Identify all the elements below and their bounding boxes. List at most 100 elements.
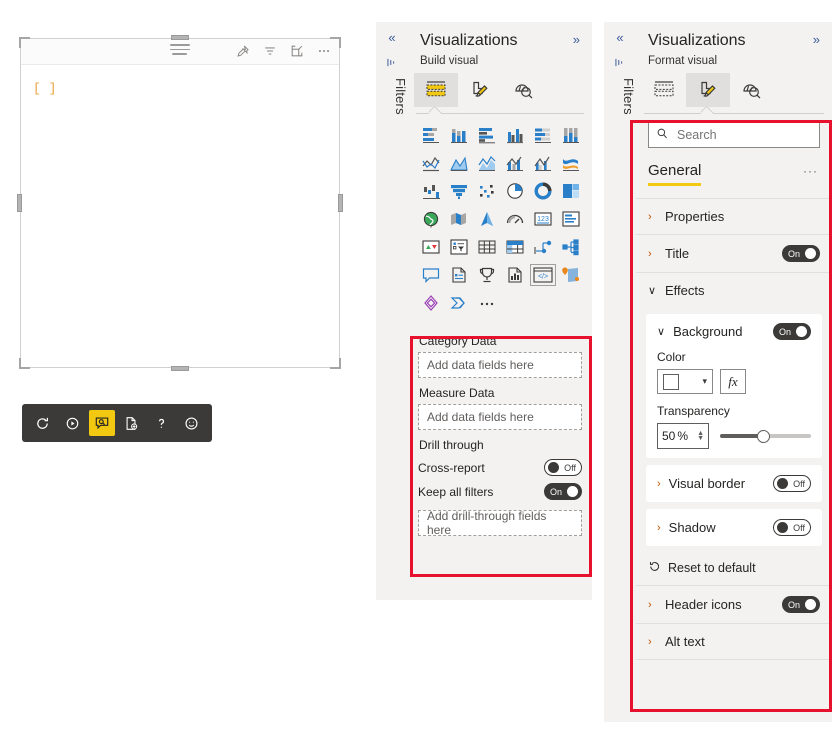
viz-pie-chart[interactable] — [502, 178, 529, 204]
viz-stacked-area-chart[interactable] — [474, 150, 501, 176]
viz-line-and-clustered-column-chart[interactable] — [529, 150, 556, 176]
viz-metrics[interactable] — [502, 262, 529, 288]
color-controls[interactable]: ▾ fx — [657, 369, 811, 394]
viz-multi-row-card[interactable] — [557, 206, 584, 232]
viz-matrix[interactable] — [502, 234, 529, 260]
drill-keep-filters-toggle[interactable]: On — [544, 483, 582, 500]
drill-keep-filters-row[interactable]: Keep all filters On — [418, 483, 582, 500]
transparency-slider[interactable] — [720, 429, 811, 443]
help-button[interactable] — [148, 410, 174, 436]
viz-area-chart[interactable] — [446, 150, 473, 176]
viz-q-and-a[interactable] — [418, 262, 445, 288]
tab-analytics[interactable] — [502, 73, 546, 107]
format-search-wrapper[interactable] — [636, 114, 832, 152]
viz-power-automate-visual[interactable] — [446, 290, 473, 316]
feedback-button[interactable] — [178, 410, 204, 436]
filter-pane-icon[interactable] — [614, 56, 627, 72]
viz-ribbon-chart[interactable] — [557, 150, 584, 176]
card-shadow[interactable]: › Shadow Off — [646, 509, 822, 546]
viz-more-visuals-ellipsis[interactable] — [474, 290, 501, 316]
collapse-chevron-icon[interactable]: « — [616, 30, 623, 45]
visual-border-toggle[interactable]: Off — [773, 475, 811, 492]
viz-filled-map[interactable] — [446, 206, 473, 232]
format-visual-panel[interactable]: » Visualizations Format visual — [636, 22, 832, 722]
visualization-type-grid[interactable]: 123 </> — [408, 114, 592, 322]
tab-build-visual[interactable] — [642, 73, 686, 107]
spinner-arrows-icon[interactable]: ▲▼ — [697, 431, 704, 441]
filter-icon[interactable] — [261, 42, 279, 60]
viz-funnel-chart[interactable] — [446, 178, 473, 204]
title-toggle[interactable]: On — [782, 245, 820, 262]
add-page-button[interactable] — [119, 410, 145, 436]
viz-narrative[interactable] — [474, 262, 501, 288]
viz-100-stacked-column-chart[interactable] — [557, 122, 584, 148]
accordion-properties[interactable]: › Properties — [636, 198, 832, 234]
pin-icon[interactable] — [234, 42, 252, 60]
color-picker-dropdown[interactable]: ▾ — [657, 369, 713, 394]
accordion-header-icons[interactable]: › Header icons On — [636, 585, 832, 623]
viz-slicer[interactable] — [446, 234, 473, 260]
resize-handle-top-left[interactable] — [19, 37, 30, 48]
drill-cross-report-toggle[interactable]: Off — [544, 459, 582, 476]
viz-arcgis-map[interactable] — [557, 262, 584, 288]
build-panel-tabstrip[interactable] — [408, 71, 592, 107]
report-canvas[interactable]: [ ] — [0, 0, 348, 736]
expand-chevron-icon[interactable]: » — [813, 32, 820, 47]
viz-stacked-column-chart[interactable] — [446, 122, 473, 148]
accordion-effects[interactable]: ∨ Effects — [636, 272, 832, 308]
conditional-formatting-fx-button[interactable]: fx — [720, 369, 746, 394]
tab-analytics[interactable] — [730, 73, 774, 107]
accordion-title[interactable]: › Title On — [636, 234, 832, 272]
resize-handle-bottom[interactable] — [171, 366, 189, 371]
run-button[interactable] — [59, 410, 85, 436]
filters-rail-left[interactable]: « Filters — [376, 22, 408, 600]
smart-narrative-button[interactable] — [89, 410, 115, 436]
viz-clustered-column-chart[interactable] — [502, 122, 529, 148]
viz-line-chart[interactable] — [418, 150, 445, 176]
viz-power-apps-visual[interactable] — [418, 290, 445, 316]
background-toggle[interactable]: On — [773, 323, 811, 340]
viz-clustered-bar-chart[interactable] — [474, 122, 501, 148]
filter-pane-icon[interactable] — [386, 56, 399, 72]
viz-paginated-report[interactable] — [446, 262, 473, 288]
viz-key-influencers[interactable] — [557, 234, 584, 260]
shadow-toggle[interactable]: Off — [773, 519, 811, 536]
resize-handle-left[interactable] — [17, 194, 22, 212]
viz-azure-map[interactable] — [474, 206, 501, 232]
accordion-alt-text[interactable]: › Alt text — [636, 623, 832, 659]
viz-kpi[interactable] — [418, 234, 445, 260]
expand-chevron-icon[interactable]: » — [573, 32, 580, 47]
viz-waterfall-chart[interactable] — [418, 178, 445, 204]
card-visual-border[interactable]: › Visual border Off — [646, 465, 822, 502]
filters-rail-right[interactable]: « Filters — [604, 22, 636, 722]
viz-gauge-chart[interactable] — [502, 206, 529, 232]
selected-visual[interactable]: [ ] — [20, 38, 340, 368]
reset-to-default-button[interactable]: Reset to default — [636, 553, 832, 585]
format-search-box[interactable] — [648, 122, 820, 148]
tab-build-visual[interactable] — [414, 73, 458, 107]
viz-stacked-bar-chart[interactable] — [418, 122, 445, 148]
viz-scatter-chart[interactable] — [474, 178, 501, 204]
format-panel-tabstrip[interactable] — [636, 71, 832, 107]
build-visual-panel[interactable]: » Visualizations Build visual — [408, 22, 592, 600]
well-dropzone-drill-through[interactable]: Add drill-through fields here — [418, 510, 582, 536]
slider-thumb[interactable] — [757, 430, 770, 443]
resize-handle-bottom-right[interactable] — [330, 358, 341, 369]
viz-decomposition-tree[interactable] — [529, 234, 556, 260]
viz-100-stacked-bar-chart[interactable] — [529, 122, 556, 148]
field-wells[interactable]: Category Data Add data fields here Measu… — [408, 322, 592, 546]
resize-handle-top[interactable] — [171, 35, 189, 40]
collapse-chevron-icon[interactable]: « — [388, 30, 395, 45]
visual-body[interactable]: [ ] — [21, 65, 339, 367]
viz-python-visual[interactable]: </> — [529, 262, 556, 288]
viz-line-and-stacked-column-chart[interactable] — [502, 150, 529, 176]
transparency-controls[interactable]: 50 % ▲▼ — [657, 423, 811, 449]
format-section-more-icon[interactable]: ··· — [803, 164, 818, 178]
transparency-value[interactable]: 50 — [662, 429, 675, 443]
format-section-label[interactable]: General — [648, 162, 701, 186]
resize-handle-bottom-left[interactable] — [19, 358, 30, 369]
viz-card[interactable]: 123 — [529, 206, 556, 232]
drill-cross-report-row[interactable]: Cross-report Off — [418, 459, 582, 476]
focus-mode-icon[interactable] — [288, 42, 306, 60]
tab-format-visual[interactable] — [458, 73, 502, 107]
